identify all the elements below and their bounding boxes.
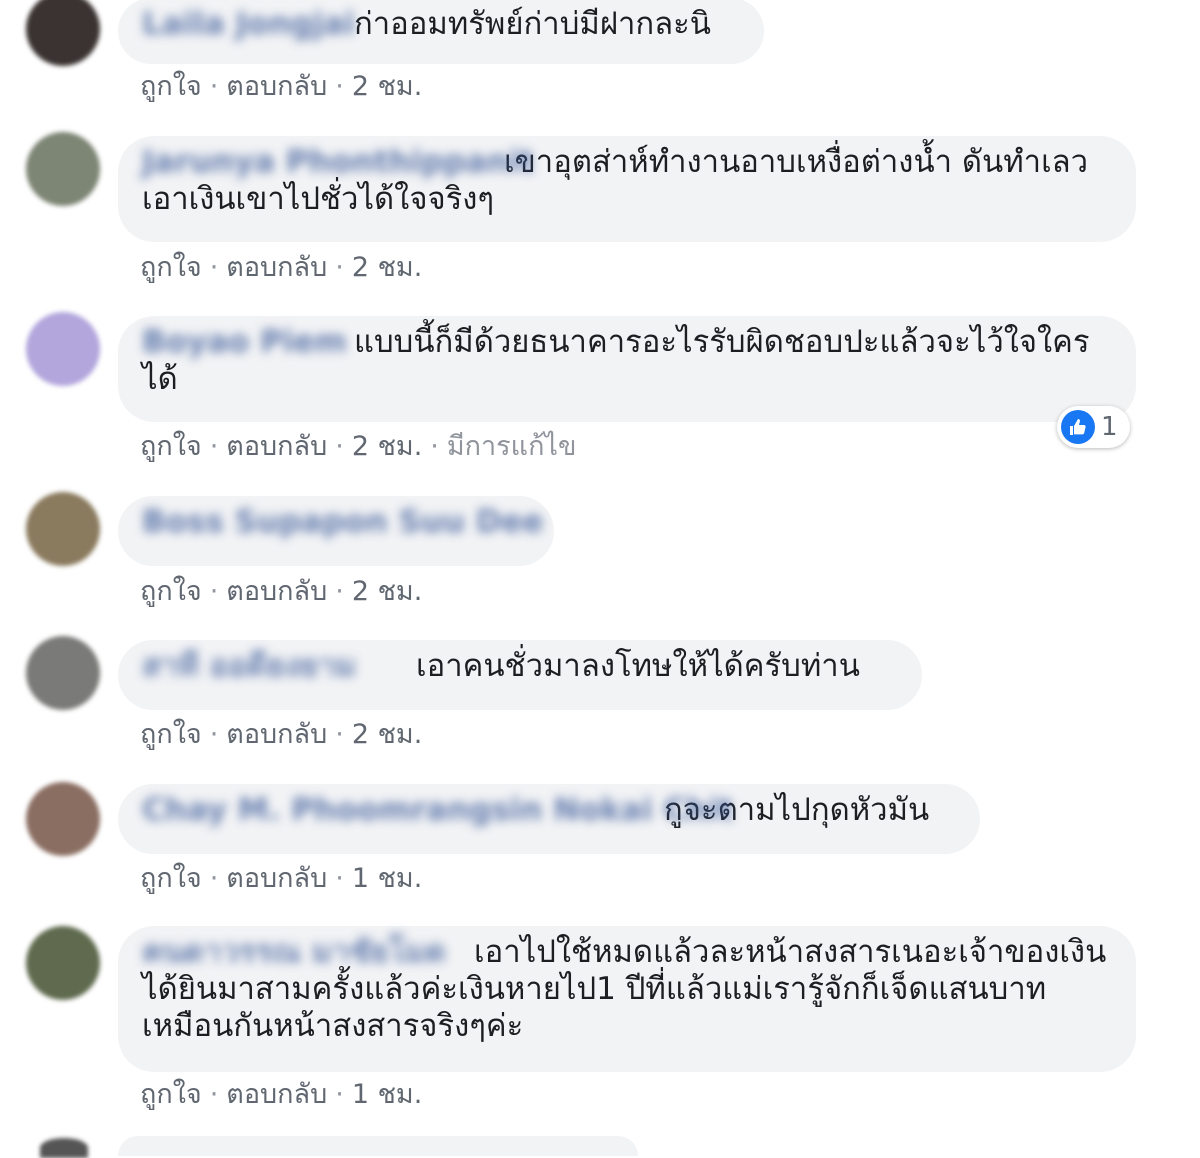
comment-bubble: Chay M. Phoomrangsin Nokai Chitกูจะตามไป…: [118, 784, 980, 854]
avatar[interactable]: [26, 132, 100, 206]
avatar[interactable]: [26, 0, 100, 66]
comment-author[interactable]: สาที ออดียงยาม: [142, 648, 404, 685]
avatar[interactable]: [26, 312, 100, 386]
comment-bubble: Boss Supapon Suu Dee: [118, 496, 554, 566]
reaction-badge[interactable]: 1: [1057, 406, 1130, 448]
reply-link[interactable]: ตอบกลับ: [226, 719, 327, 750]
avatar[interactable]: [26, 926, 100, 1000]
comment-author[interactable]: Chay M. Phoomrangsin Nokai Chit: [142, 792, 734, 829]
comment-actions: ถูกใจ · ตอบกลับ · 2 ชม.: [140, 718, 422, 752]
like-link[interactable]: ถูกใจ: [140, 71, 202, 102]
comment-actions: ถูกใจ · ตอบกลับ · 2 ชม. · มีการแก้ไข: [140, 430, 576, 464]
separator: ·: [430, 431, 439, 462]
timestamp[interactable]: 2 ชม.: [352, 576, 422, 607]
separator: ·: [209, 719, 219, 750]
thumbs-up-icon: [1061, 410, 1095, 444]
comment-text: เอาคนชั่วมาลงโทษให้ได้ครับท่าน: [416, 648, 860, 684]
like-link[interactable]: ถูกใจ: [140, 252, 202, 283]
separator: ·: [209, 863, 219, 894]
like-link[interactable]: ถูกใจ: [140, 1079, 202, 1110]
comment-author[interactable]: Boyao Piem: [142, 324, 347, 361]
reply-link[interactable]: ตอบกลับ: [226, 1079, 327, 1110]
comment-text: ก่าออมทรัพย์ก่าบ่มีฝากละนิ: [354, 6, 711, 42]
avatar[interactable]: [26, 492, 100, 566]
separator: ·: [209, 576, 219, 607]
avatar[interactable]: [26, 782, 100, 856]
reply-link[interactable]: ตอบกลับ: [226, 863, 327, 894]
comment-actions: ถูกใจ · ตอบกลับ · 2 ชม.: [140, 575, 422, 609]
comment-bubble: Laila Jongjaiก่าออมทรัพย์ก่าบ่มีฝากละนิ: [118, 0, 764, 64]
timestamp[interactable]: 1 ชม.: [352, 863, 422, 894]
separator: ·: [209, 252, 219, 283]
timestamp[interactable]: 1 ชม.: [352, 1079, 422, 1110]
reply-link[interactable]: ตอบกลับ: [226, 71, 327, 102]
separator: ·: [335, 1079, 344, 1110]
separator: ·: [335, 719, 344, 750]
separator: ·: [335, 576, 344, 607]
reply-link[interactable]: ตอบกลับ: [226, 431, 327, 462]
avatar[interactable]: [40, 1138, 88, 1158]
comment-bubble: Boyao Piem แบบนี้ก็มีด้วยธนาคารอะไรรับผิด…: [118, 316, 1136, 422]
timestamp[interactable]: 2 ชม.: [352, 252, 422, 283]
like-link[interactable]: ถูกใจ: [140, 719, 202, 750]
like-link[interactable]: ถูกใจ: [140, 863, 202, 894]
comment-author[interactable]: Boss Supapon Suu Dee: [142, 504, 544, 541]
separator: ·: [209, 71, 219, 102]
avatar[interactable]: [26, 636, 100, 710]
separator: ·: [335, 71, 344, 102]
reply-link[interactable]: ตอบกลับ: [226, 576, 327, 607]
reaction-count: 1: [1101, 412, 1118, 442]
comment-bubble: Jarunya Phonthippanitเขาอุตส่าห์ทำงานอาบ…: [118, 136, 1136, 242]
reply-link[interactable]: ตอบกลับ: [226, 252, 327, 283]
separator: ·: [335, 863, 344, 894]
comment-actions: ถูกใจ · ตอบกลับ · 1 ชม.: [140, 1078, 422, 1112]
comment-author[interactable]: Jarunya Phonthippanit: [142, 144, 534, 181]
timestamp[interactable]: 2 ชม.: [352, 431, 422, 462]
comment-bubble: [118, 1136, 638, 1156]
timestamp[interactable]: 2 ชม.: [352, 71, 422, 102]
comment-actions: ถูกใจ · ตอบกลับ · 2 ชม.: [140, 70, 422, 104]
separator: ·: [335, 252, 344, 283]
comment-author[interactable]: Laila Jongjai: [142, 6, 355, 43]
like-link[interactable]: ถูกใจ: [140, 431, 202, 462]
comment-bubble: คนดาวรรณ มาชัยโมด เอาไปใช้หมดแล้วละหน้าสง…: [118, 926, 1136, 1072]
separator: ·: [209, 1079, 219, 1110]
edited-label[interactable]: มีการแก้ไข: [447, 431, 577, 462]
comment-bubble: สาที ออดียงยาม เอาคนชั่วมาลงโทษให้ได้ครับ…: [118, 640, 922, 710]
separator: ·: [209, 431, 219, 462]
comment-actions: ถูกใจ · ตอบกลับ · 2 ชม.: [140, 251, 422, 285]
separator: ·: [335, 431, 344, 462]
comment-author[interactable]: คนดาวรรณ มาชัยโมด: [142, 934, 462, 971]
like-link[interactable]: ถูกใจ: [140, 576, 202, 607]
comment-actions: ถูกใจ · ตอบกลับ · 1 ชม.: [140, 862, 422, 896]
timestamp[interactable]: 2 ชม.: [352, 719, 422, 750]
